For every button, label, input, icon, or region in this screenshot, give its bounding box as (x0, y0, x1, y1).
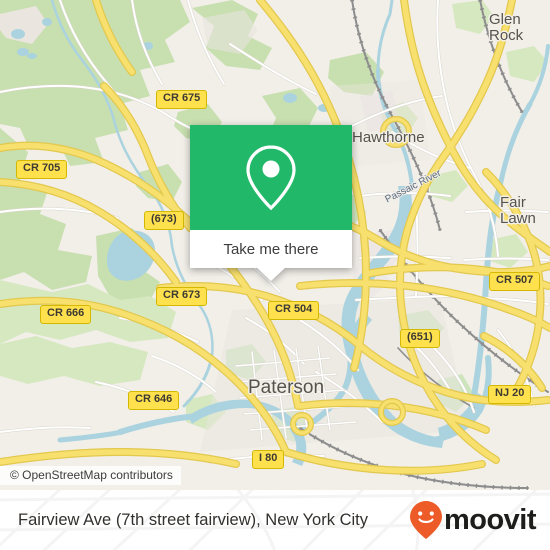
road-shield-cr-673: CR 673 (156, 287, 208, 306)
location-popup-card[interactable]: Take me there (190, 125, 352, 281)
road-shield-673: (673) (144, 211, 184, 230)
road-shield-cr-507: CR 507 (489, 272, 541, 291)
take-me-there-button[interactable]: Take me there (190, 230, 352, 268)
road-shield-cr-705: CR 705 (16, 160, 68, 179)
take-me-there-label: Take me there (223, 240, 319, 258)
road-shield-cr-675: CR 675 (156, 90, 208, 109)
osm-attribution[interactable]: © OpenStreetMap contributors (0, 466, 181, 485)
road-shield-nj-20: NJ 20 (488, 385, 532, 404)
moovit-brand[interactable]: moovit (409, 500, 537, 540)
map-pin-icon (246, 144, 296, 210)
road-shield-cr-666: CR 666 (40, 305, 92, 324)
map-viewport[interactable]: .water { fill:#aad3df; } .wline { stroke… (0, 0, 550, 490)
popup-pointer (257, 268, 285, 281)
location-title: Fairview Ave (7th street fairview), New … (18, 510, 368, 529)
popup-header (190, 125, 352, 230)
moovit-wordmark: moovit (443, 503, 537, 536)
road-shield-cr-504: CR 504 (268, 301, 320, 320)
road-shield-651: (651) (400, 329, 440, 348)
map-screenshot: .water { fill:#aad3df; } .wline { stroke… (0, 0, 550, 550)
footer-bar: Fairview Ave (7th street fairview), New … (0, 490, 550, 550)
road-shield-i-80: I 80 (252, 450, 285, 469)
road-shield-cr-646: CR 646 (128, 391, 180, 410)
moovit-smiley-pin-icon (409, 501, 442, 539)
